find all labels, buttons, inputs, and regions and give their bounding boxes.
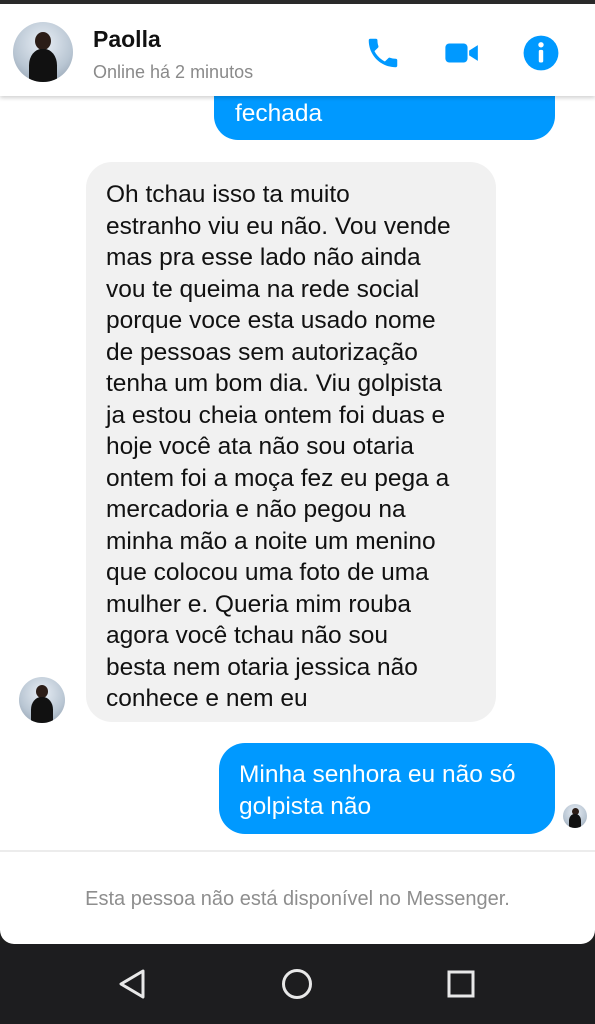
info-icon[interactable] [522,34,560,72]
back-triangle-icon[interactable] [113,964,153,1004]
recents-square-icon[interactable] [441,964,481,1004]
contact-avatar[interactable] [13,22,73,82]
phone-icon[interactable] [364,34,402,72]
message-outgoing-reply[interactable]: Minha senhora eu não só golpista não [219,743,555,834]
android-navigation-bar [0,944,595,1024]
sender-avatar [19,677,65,723]
video-camera-icon[interactable] [443,34,481,72]
composer-divider [0,850,595,852]
unavailable-notice: Esta pessoa não está disponível no Messe… [85,888,510,910]
home-circle-icon[interactable] [277,964,317,1004]
conversation-header: Paolla Online há 2 minutos [0,4,595,96]
messenger-screen: fechada Oh tchau isso ta muito estranho … [0,4,595,944]
seen-receipt-avatar [563,804,587,828]
message-incoming-long[interactable]: Oh tchau isso ta muito estranho viu eu n… [86,162,496,722]
contact-name[interactable]: Paolla [93,26,161,53]
contact-status: Online há 2 minutos [93,62,254,82]
